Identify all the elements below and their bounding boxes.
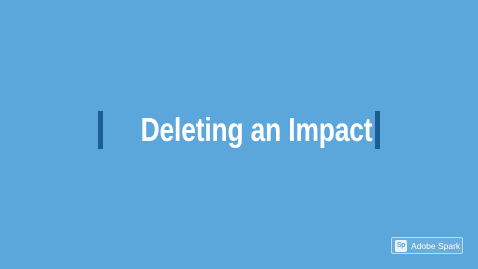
watermark-label: Adobe Spark <box>411 240 461 251</box>
title-wrapper: Deleting an Impact <box>103 106 375 154</box>
right-accent-bar <box>375 111 380 149</box>
title-slide: Deleting an Impact Sp Adobe Spark <box>0 0 478 269</box>
slide-title: Deleting an Impact <box>140 111 373 148</box>
title-row: Deleting an Impact <box>0 106 478 154</box>
spark-logo-icon: Sp <box>395 239 407 252</box>
adobe-spark-watermark: Sp Adobe Spark <box>391 237 463 254</box>
